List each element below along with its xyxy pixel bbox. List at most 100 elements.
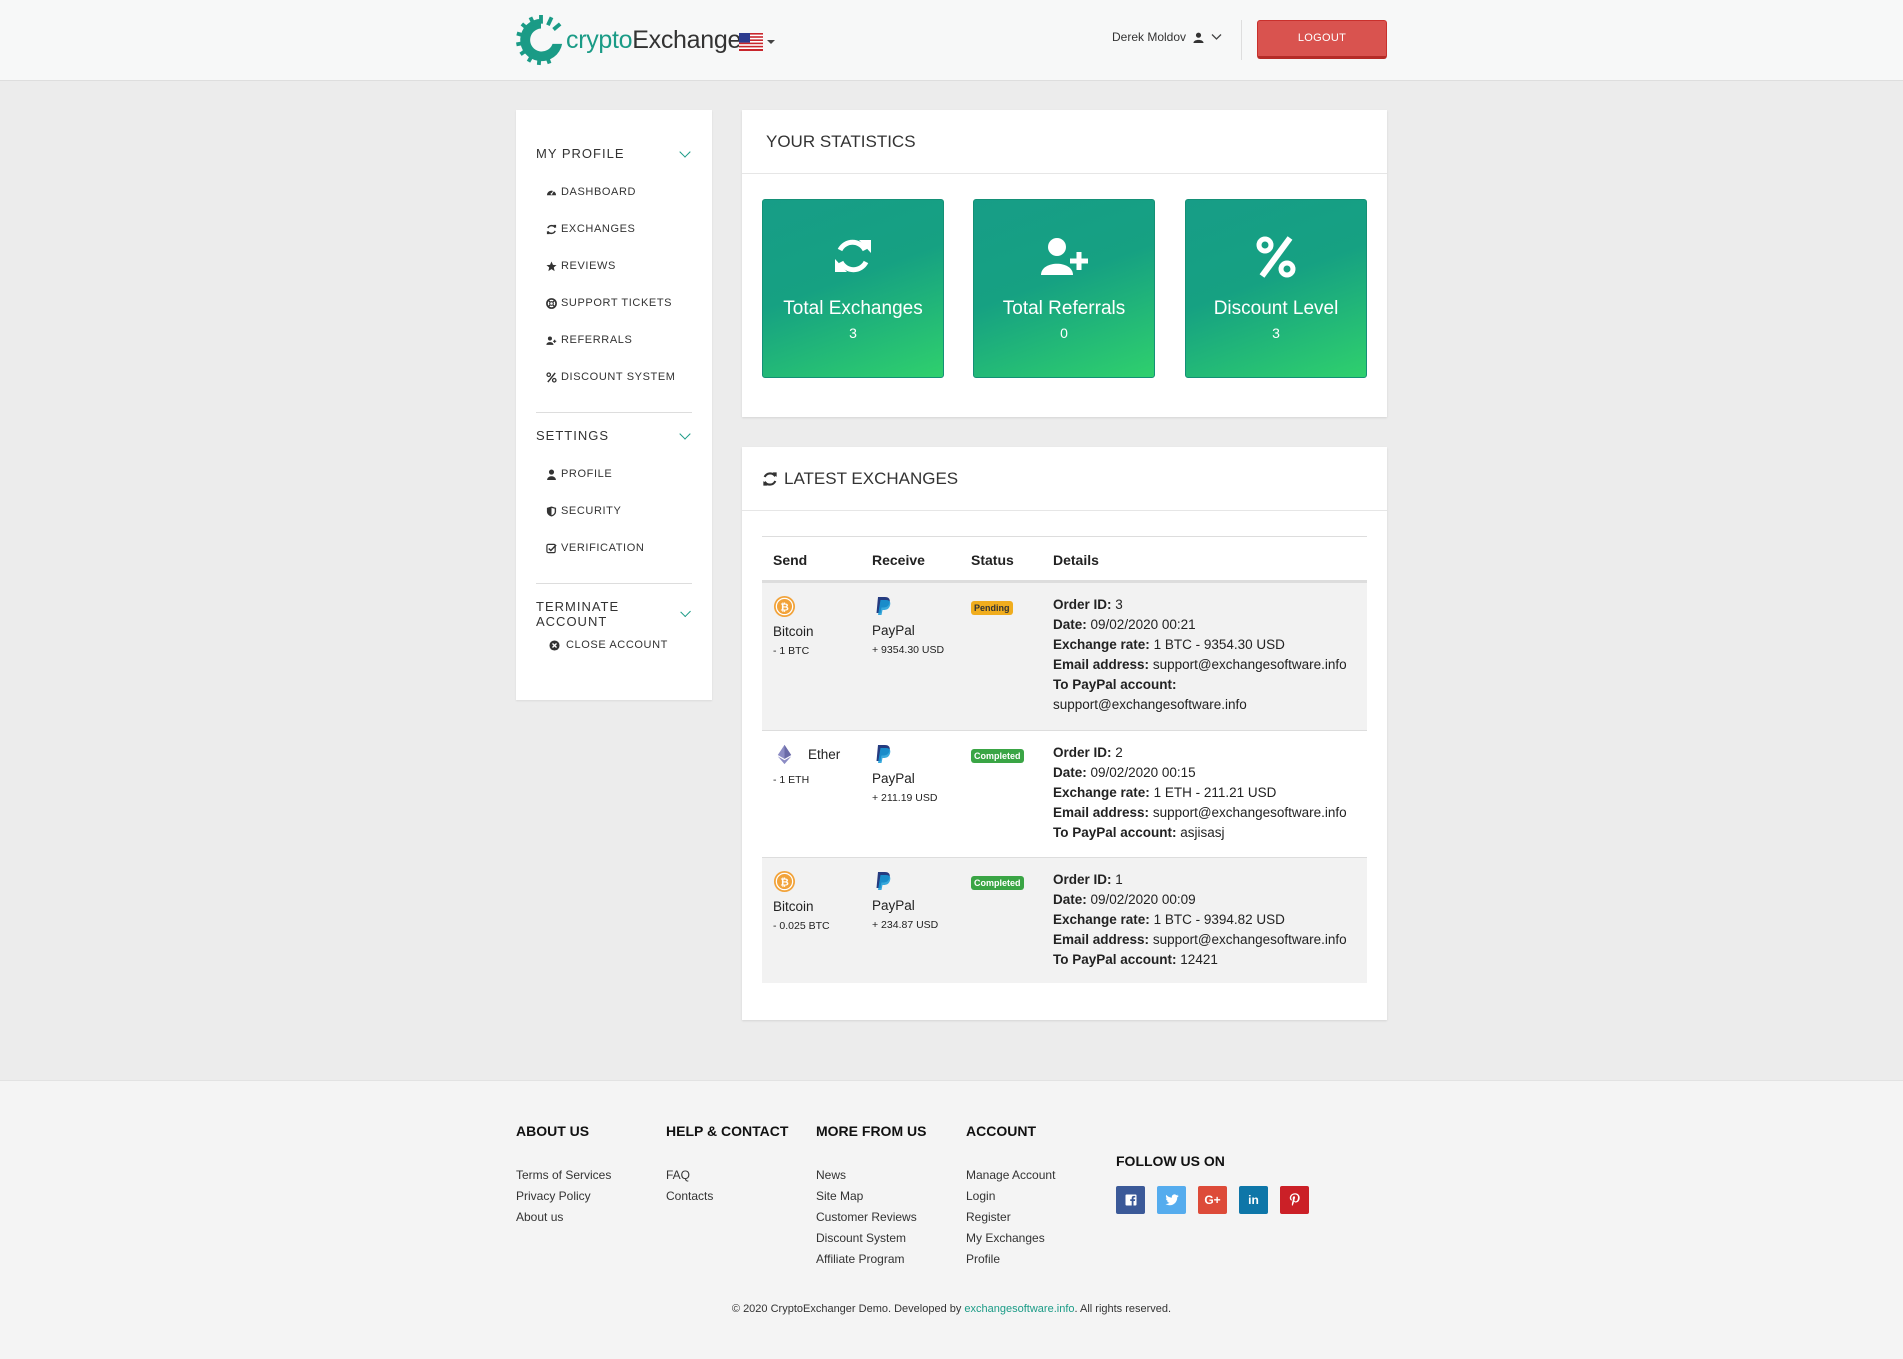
sidebar-item-reviews[interactable]: REVIEWS (546, 260, 616, 272)
statistics-panel: YOUR STATISTICS Total Exchanges 3 Total … (742, 110, 1387, 417)
stat-label: Total Exchanges (783, 298, 923, 319)
column-header-status: Status (971, 552, 1014, 568)
status-cell: Completed (971, 747, 1024, 763)
footer-link-manage-account[interactable]: Manage Account (966, 1165, 1055, 1186)
logo-text: cryptoExchanger (566, 26, 749, 55)
footer-link-customer-reviews[interactable]: Customer Reviews (816, 1207, 926, 1228)
sidebar-item-support-tickets[interactable]: SUPPORT TICKETS (546, 297, 672, 309)
percent-icon (1256, 236, 1296, 278)
sidebar-item-dashboard[interactable]: DASHBOARD (546, 186, 636, 198)
email-value: support@exchangesoftware.info (1152, 932, 1347, 947)
pinterest-icon[interactable] (1280, 1186, 1309, 1214)
paypal-account-value: support@exchangesoftware.info (1053, 697, 1247, 712)
chevron-down-icon (767, 40, 775, 44)
send-amount: - 0.025 BTC (773, 920, 830, 932)
footer-heading: FOLLOW US ON (1116, 1153, 1225, 1169)
sidebar-item-label: PROFILE (561, 468, 613, 480)
footer-link-affiliate-program[interactable]: Affiliate Program (816, 1249, 926, 1270)
footer-link-privacy[interactable]: Privacy Policy (516, 1186, 611, 1207)
paypal-account-label: To PayPal account: (1053, 952, 1177, 967)
sidebar-item-label: CLOSE ACCOUNT (566, 639, 668, 651)
logo-text-exchanger: Exchanger (632, 25, 750, 54)
column-header-details: Details (1053, 552, 1099, 568)
sidebar-heading-my-profile[interactable]: MY PROFILE (536, 145, 692, 161)
stat-card-total-exchanges: Total Exchanges 3 (762, 199, 944, 378)
footer-link-profile[interactable]: Profile (966, 1249, 1055, 1270)
developer-link[interactable]: exchangesoftware.info (964, 1303, 1074, 1315)
exchange-rate-value: 1 BTC - 9354.30 USD (1153, 637, 1285, 652)
logo-text-crypto: crypto (566, 25, 633, 54)
date-label: Date: (1053, 617, 1087, 632)
header-divider (1241, 20, 1242, 60)
receive-cell: PayPal + 9354.30 USD (872, 595, 944, 656)
sidebar-item-close-account[interactable]: CLOSE ACCOUNT (549, 639, 668, 651)
send-cell: ₿ Bitcoin - 1 BTC (773, 595, 814, 657)
footer-link-contacts[interactable]: Contacts (666, 1186, 788, 1207)
sidebar-divider (536, 583, 692, 584)
chevron-down-icon (679, 427, 691, 440)
sidebar-item-discount-system[interactable]: DISCOUNT SYSTEM (546, 371, 676, 383)
sidebar: MY PROFILE DASHBOARD EXCHANGES REVIEWS S… (516, 110, 712, 700)
sidebar-item-label: SUPPORT TICKETS (561, 297, 673, 309)
facebook-icon[interactable] (1116, 1186, 1145, 1214)
footer-heading: ACCOUNT (966, 1123, 1036, 1139)
logout-button[interactable]: LOGOUT (1257, 20, 1387, 59)
shield-icon (546, 505, 557, 517)
sidebar-heading-settings[interactable]: SETTINGS (536, 427, 692, 443)
send-currency-name: Ether (808, 747, 841, 762)
footer-link-my-exchanges[interactable]: My Exchanges (966, 1228, 1055, 1249)
footer-link-discount-system[interactable]: Discount System (816, 1228, 926, 1249)
site-logo[interactable]: cryptoExchanger (516, 14, 749, 66)
exchange-rate-label: Exchange rate: (1053, 912, 1150, 927)
twitter-icon[interactable] (1157, 1186, 1186, 1214)
sidebar-item-referrals[interactable]: REFERRALS (546, 334, 632, 346)
footer-heading: MORE FROM US (816, 1123, 927, 1139)
order-id-value: 2 (1115, 745, 1123, 760)
order-id-value: 3 (1115, 597, 1123, 612)
footer-link-faq[interactable]: FAQ (666, 1165, 788, 1186)
top-header: cryptoExchanger Derek Moldov LOGOUT (0, 0, 1903, 81)
statistics-title: YOUR STATISTICS (742, 110, 1387, 174)
paypal-account-label: To PayPal account: (1053, 677, 1177, 692)
user-name: Derek Moldov (1112, 30, 1187, 44)
latest-exchanges-title: LATEST EXCHANGES (742, 447, 1387, 511)
ether-icon (777, 744, 792, 765)
sidebar-item-label: VERIFICATION (561, 542, 645, 554)
paypal-account-label: To PayPal account: (1053, 825, 1177, 840)
check-square-icon (546, 543, 557, 553)
footer-link-login[interactable]: Login (966, 1186, 1055, 1207)
refresh-icon (546, 224, 557, 234)
sidebar-item-verification[interactable]: VERIFICATION (546, 542, 644, 554)
sidebar-item-label: REVIEWS (561, 260, 616, 272)
sidebar-item-exchanges[interactable]: EXCHANGES (546, 223, 635, 235)
footer-link-terms[interactable]: Terms of Services (516, 1165, 611, 1186)
footer-link-site-map[interactable]: Site Map (816, 1186, 926, 1207)
order-id-label: Order ID: (1053, 597, 1112, 612)
details-cell: Order ID: 3 Date: 09/02/2020 00:21 Excha… (1053, 595, 1347, 715)
column-header-send: Send (773, 552, 808, 568)
exchanges-table: Send Receive Status Details ₿ Bitcoin - … (762, 536, 1367, 983)
sidebar-item-security[interactable]: SECURITY (546, 505, 621, 517)
stat-value: 0 (1060, 325, 1068, 341)
date-label: Date: (1053, 892, 1087, 907)
paypal-account-value: asjisasj (1180, 825, 1225, 840)
footer-link-register[interactable]: Register (966, 1207, 1055, 1228)
stat-value: 3 (849, 325, 857, 341)
sidebar-item-profile[interactable]: PROFILE (546, 468, 612, 480)
footer-link-about[interactable]: About us (516, 1207, 611, 1228)
footer-link-news[interactable]: News (816, 1165, 926, 1186)
sidebar-item-label: REFERRALS (561, 334, 633, 346)
status-badge: Completed (971, 876, 1024, 890)
life-ring-icon (546, 297, 557, 309)
user-menu[interactable]: Derek Moldov (1112, 30, 1222, 44)
order-id-label: Order ID: (1053, 872, 1112, 887)
language-selector[interactable] (739, 33, 775, 51)
linkedin-icon[interactable]: in (1239, 1186, 1268, 1214)
footer-col-about: ABOUT US Terms of Services Privacy Polic… (516, 1123, 611, 1228)
sidebar-heading-terminate-account[interactable]: TERMINATE ACCOUNT (536, 599, 692, 629)
date-value: 09/02/2020 00:21 (1090, 617, 1196, 632)
send-cell: Ether - 1 ETH (773, 743, 840, 786)
google-plus-icon[interactable]: G+ (1198, 1186, 1227, 1214)
receive-currency-name: PayPal (872, 771, 915, 786)
sidebar-item-label: DISCOUNT SYSTEM (561, 371, 676, 383)
